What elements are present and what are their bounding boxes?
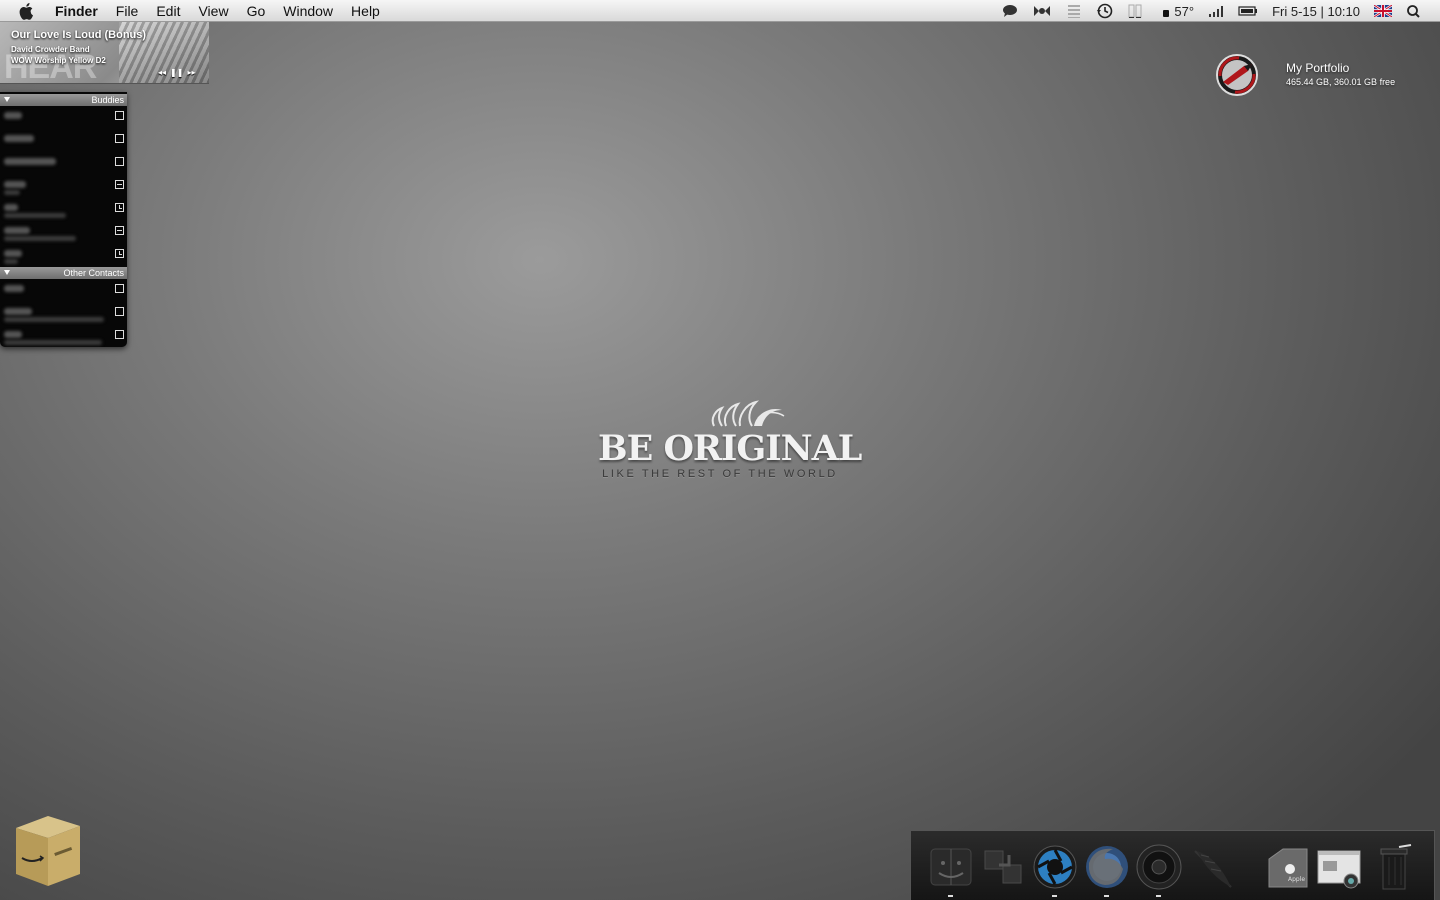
buddy-row[interactable] — [0, 175, 127, 198]
buddy-row[interactable] — [0, 106, 127, 129]
running-indicator — [1052, 895, 1057, 897]
buddy-name-blurred — [4, 308, 32, 315]
buddy-name-blurred — [4, 227, 30, 234]
buddy-status-message-blurred — [4, 213, 66, 218]
preview-window-icon[interactable] — [1315, 843, 1363, 891]
status-available-icon — [115, 134, 124, 143]
status-away-icon — [115, 226, 124, 235]
buddy-row[interactable] — [0, 129, 127, 152]
clock[interactable]: Fri 5-15 | 10:10 — [1272, 4, 1360, 19]
buddy-status-message-blurred — [4, 259, 18, 264]
status-idle-icon — [115, 249, 124, 258]
buddy-name-blurred — [4, 181, 26, 188]
previous-track-button[interactable]: ◂◂ — [158, 68, 166, 77]
spaces-icon[interactable] — [979, 843, 1027, 891]
buddy-name-blurred — [4, 135, 34, 142]
trash-icon[interactable] — [1371, 843, 1419, 891]
menu-help[interactable]: Help — [351, 3, 380, 19]
next-track-button[interactable]: ▸▸ — [187, 68, 195, 77]
running-indicator — [1104, 895, 1109, 897]
buddy-row[interactable] — [0, 152, 127, 175]
status-available-icon — [115, 157, 124, 166]
apple-menu-icon[interactable] — [19, 2, 37, 20]
wallpaper-title: BE ORIGINAL — [598, 428, 862, 469]
buddy-name-blurred — [4, 158, 56, 165]
finder-icon[interactable] — [927, 843, 975, 891]
firefox-icon[interactable] — [1083, 843, 1131, 891]
playback-controls: ◂◂ ❚❚ ▸▸ — [158, 68, 195, 77]
status-available-icon — [115, 330, 124, 339]
track-title: Our Love Is Loud (Bonus) — [11, 29, 147, 41]
buddy-list-window: Buddies Other Contacts — [0, 92, 127, 347]
temperature-readout[interactable]: 57° — [1174, 4, 1194, 19]
aperture-icon[interactable] — [1031, 843, 1079, 891]
group-label: Buddies — [91, 95, 124, 105]
buddy-row[interactable] — [0, 198, 127, 221]
menu-go[interactable]: Go — [247, 3, 266, 19]
battery-icon[interactable] — [1238, 0, 1258, 22]
finder-app-menu[interactable]: Finder — [55, 3, 98, 19]
buddy-name-blurred — [4, 250, 22, 257]
growl-icon[interactable] — [1032, 0, 1052, 22]
buddy-row[interactable] — [0, 279, 127, 302]
spotlight-search-icon[interactable] — [1406, 0, 1420, 22]
ram-meter-icon[interactable] — [1128, 0, 1148, 22]
amazon-box-icon[interactable] — [12, 814, 84, 888]
buddy-name-blurred — [4, 331, 22, 338]
signal-bars-icon[interactable] — [1208, 0, 1224, 22]
running-indicator — [948, 895, 953, 897]
buddy-row[interactable] — [0, 244, 127, 267]
chat-bubble-icon[interactable] — [1002, 0, 1018, 22]
menu-bar: Finder File Edit View Go Window Help 57° — [0, 0, 1440, 22]
menu-file[interactable]: File — [116, 3, 139, 19]
buddy-name-blurred — [4, 285, 24, 292]
status-idle-icon — [115, 203, 124, 212]
track-album: WOW Worship Yellow D2 — [11, 56, 106, 65]
running-indicator — [1156, 895, 1161, 897]
drive-space: 465.44 GB, 360.01 GB free — [1286, 77, 1396, 87]
buddy-status-message-blurred — [4, 317, 104, 322]
menubar-status-area: 57° Fri 5-15 | 10:10 — [1002, 0, 1440, 22]
buddy-row[interactable] — [0, 302, 127, 325]
buddy-row[interactable] — [0, 325, 127, 347]
wallpaper-subtitle: LIKE THE REST OF THE WORLD — [602, 468, 838, 480]
dock: Apple — [910, 830, 1435, 900]
apple-folder-icon[interactable]: Apple — [1263, 843, 1311, 891]
status-available-icon — [115, 307, 124, 316]
time-machine-icon[interactable] — [1096, 0, 1114, 22]
wallpaper-swirl-logo — [708, 396, 788, 432]
disclosure-triangle-icon[interactable] — [4, 270, 10, 275]
group-header-other-contacts[interactable]: Other Contacts — [0, 267, 127, 279]
buddy-status-message-blurred — [4, 340, 102, 345]
planet-express-drive-icon[interactable] — [1214, 52, 1260, 98]
stack-icon[interactable] — [1066, 0, 1082, 22]
status-away-icon — [115, 180, 124, 189]
buddy-name-blurred — [4, 204, 18, 211]
uk-flag-input-icon[interactable] — [1374, 0, 1392, 22]
menu-view[interactable]: View — [198, 3, 228, 19]
disclosure-triangle-icon[interactable] — [4, 97, 10, 102]
status-available-icon — [115, 111, 124, 120]
feather-icon[interactable] — [1189, 843, 1237, 891]
group-header-buddies[interactable]: Buddies — [0, 94, 127, 106]
buddy-name-blurred — [4, 112, 22, 119]
track-artist: David Crowder Band — [11, 45, 90, 54]
menu-edit[interactable]: Edit — [156, 3, 180, 19]
buddy-row[interactable] — [0, 221, 127, 244]
group-label: Other Contacts — [63, 268, 124, 278]
buddy-status-message-blurred — [4, 190, 20, 195]
drive-name: My Portfolio — [1286, 61, 1350, 75]
weather-temp-icon[interactable] — [1162, 0, 1170, 22]
now-playing-widget[interactable]: HEAR Our Love Is Loud (Bonus) David Crow… — [0, 22, 209, 84]
buddy-status-message-blurred — [4, 236, 76, 241]
pause-button[interactable]: ❚❚ — [170, 68, 183, 77]
status-available-icon — [115, 284, 124, 293]
svg-text:Apple: Apple — [1288, 876, 1305, 883]
speaker-icon[interactable] — [1135, 843, 1183, 891]
menu-window[interactable]: Window — [283, 3, 333, 19]
